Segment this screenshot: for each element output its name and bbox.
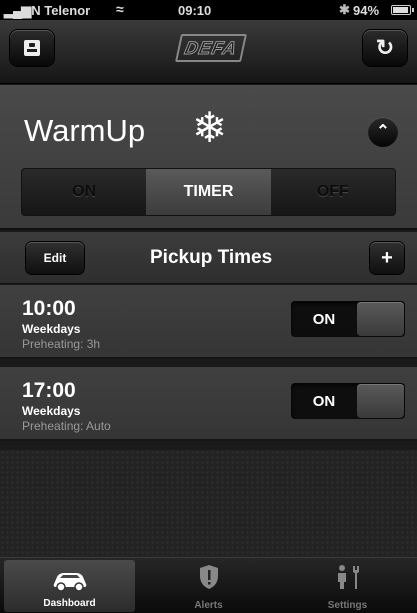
tab-label: Settings bbox=[327, 600, 368, 611]
pickup-title: Pickup Times bbox=[150, 247, 273, 268]
snowflake-icon: ❄ bbox=[192, 104, 228, 151]
mode-selector: ON TIMER OFF bbox=[21, 168, 396, 216]
nav-bar: DEFA ↻ bbox=[0, 20, 417, 84]
wifi-icon: ≈ bbox=[116, 1, 124, 17]
alert-icon bbox=[199, 565, 218, 589]
pickup-header: Edit Pickup Times + bbox=[0, 232, 417, 284]
pickup-toggle[interactable]: ON bbox=[291, 301, 405, 337]
tab-label: Dashboard bbox=[43, 598, 96, 609]
pickup-days: Weekdays bbox=[22, 322, 81, 336]
pickup-row[interactable]: 17:00 Weekdays Preheating: Auto ON bbox=[0, 367, 417, 441]
tab-alerts[interactable]: Alerts bbox=[139, 558, 278, 613]
mode-timer-button[interactable]: TIMER bbox=[146, 169, 271, 215]
mode-off-button[interactable]: OFF bbox=[270, 169, 395, 215]
warmup-title: WarmUp bbox=[24, 113, 146, 148]
tab-settings[interactable]: Settings bbox=[278, 558, 417, 613]
pickup-days: Weekdays bbox=[22, 404, 81, 418]
carrier: ▂▄▆N Telenor bbox=[4, 3, 90, 19]
pickup-toggle[interactable]: ON bbox=[291, 383, 405, 419]
battery-icon bbox=[391, 5, 414, 15]
tab-label: Alerts bbox=[194, 600, 223, 611]
bluetooth-icon: ✱ bbox=[339, 2, 350, 17]
status-bar: ▂▄▆N Telenor ≈ 09:10 ✱ 94% bbox=[0, 0, 417, 20]
pickup-row[interactable]: 10:00 Weekdays Preheating: 3h ON bbox=[0, 285, 417, 359]
profile-button[interactable] bbox=[10, 30, 54, 66]
tab-dashboard[interactable]: Dashboard bbox=[4, 560, 135, 612]
car-icon bbox=[53, 573, 86, 592]
chevron-up-icon: ⌃ bbox=[376, 123, 390, 140]
refresh-icon: ↻ bbox=[375, 35, 395, 60]
profile-icon bbox=[24, 40, 40, 56]
pickup-preheat: Preheating: 3h bbox=[22, 337, 101, 351]
toggle-knob[interactable] bbox=[357, 384, 404, 418]
pickup-preheat: Preheating: Auto bbox=[22, 419, 111, 433]
collapse-button[interactable]: ⌃ bbox=[368, 117, 398, 147]
tab-bar: Dashboard Alerts Settings bbox=[0, 557, 417, 613]
status-time: 09:10 bbox=[178, 3, 212, 18]
refresh-button[interactable]: ↻ bbox=[363, 30, 407, 66]
edit-button[interactable]: Edit bbox=[26, 242, 84, 274]
warmup-panel: WarmUp ❄ ⌃ ON TIMER OFF bbox=[0, 85, 417, 230]
toggle-knob[interactable] bbox=[357, 302, 404, 336]
add-pickup-button[interactable]: + bbox=[370, 242, 404, 274]
mode-on-button[interactable]: ON bbox=[22, 169, 147, 215]
carrier-name: N Telenor bbox=[31, 3, 91, 18]
pickup-time: 17:00 bbox=[22, 379, 76, 402]
battery-fill bbox=[393, 7, 408, 13]
empty-area bbox=[0, 450, 417, 557]
signal-icon: ▂▄▆ bbox=[4, 3, 31, 18]
settings-icon bbox=[337, 565, 359, 589]
pickup-time: 10:00 bbox=[22, 297, 76, 320]
logo-text: DEFA bbox=[182, 37, 240, 58]
toggle-label: ON bbox=[312, 392, 336, 410]
battery-percent: 94% bbox=[353, 3, 380, 18]
defa-logo: DEFA bbox=[175, 34, 247, 62]
toggle-label: ON bbox=[312, 310, 336, 328]
